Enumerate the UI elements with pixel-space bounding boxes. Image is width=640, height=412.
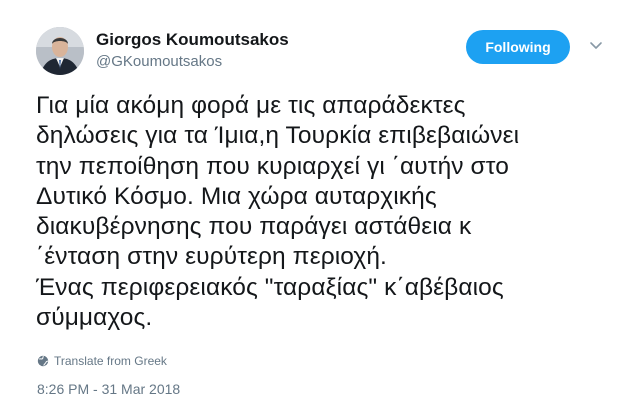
tweet-card: Giorgos Koumoutsakos @GKoumoutsakos Foll… xyxy=(0,0,640,412)
tweet-timestamp[interactable]: 8:26 PM - 31 Mar 2018 xyxy=(37,381,180,397)
translate-link[interactable]: Translate from Greek xyxy=(37,354,167,368)
profile-photo xyxy=(36,27,84,75)
globe-icon xyxy=(37,355,49,367)
author-name[interactable]: Giorgos Koumoutsakos xyxy=(96,30,289,50)
translate-label[interactable]: Translate from Greek xyxy=(54,354,167,368)
chevron-down-icon[interactable] xyxy=(588,40,604,52)
tweet-text-line: Ένας περιφερειακός "ταραξίας" κ΄αβέβαιος xyxy=(36,273,504,301)
tweet-text-line: την πεποίθηση που κυριαρχεί γι ΄αυτήν στ… xyxy=(36,152,509,180)
author-handle[interactable]: @GKoumoutsakos xyxy=(96,53,222,70)
tweet-text: Για μία ακόμη φορά με τις απαράδεκτες δη… xyxy=(36,91,616,333)
tweet-text-line: ΄ένταση στην ευρύτερη περιοχή. xyxy=(36,243,387,271)
tweet-text-line: σύμμαχος. xyxy=(36,304,153,332)
tweet-text-line: Για μία ακόμη φορά με τις απαράδεκτες xyxy=(36,92,466,119)
avatar[interactable] xyxy=(36,27,84,75)
tweet-text-line: δηλώσεις για τα Ίμια,η Τουρκία επιβεβαιώ… xyxy=(36,122,520,150)
tweet-text-line: Δυτικό Κόσμο. Μια χώρα αυταρχικής xyxy=(36,182,437,210)
following-button[interactable]: Following xyxy=(466,30,570,64)
tweet-text-line: διακυβέρνησης που παράγει αστάθεια κ xyxy=(36,213,472,241)
